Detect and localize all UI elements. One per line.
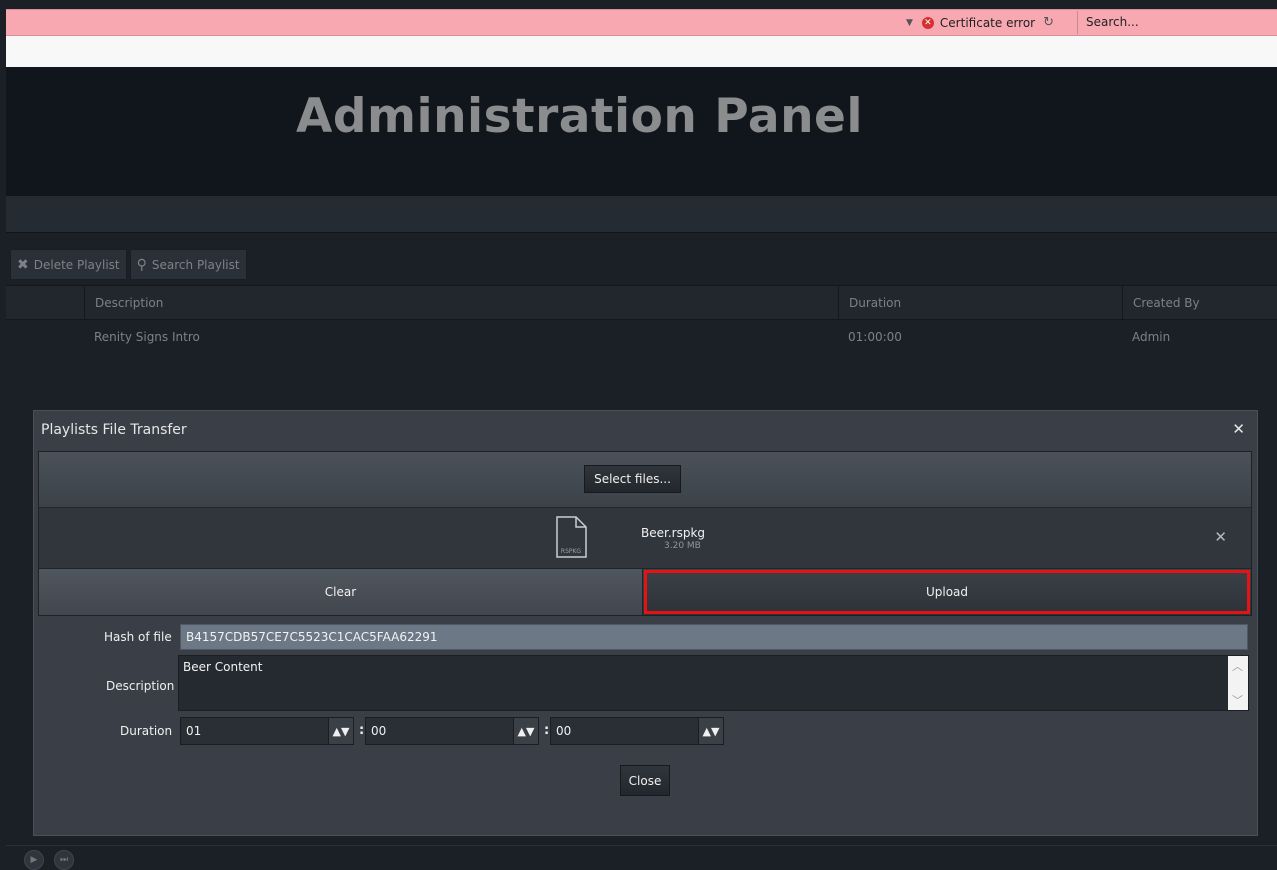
description-text: Beer Content	[183, 660, 263, 674]
duration-hours-value: 01	[186, 724, 202, 738]
duration-minutes-value: 00	[371, 724, 387, 738]
file-icon: RSPKG	[556, 516, 587, 558]
duration-seconds-stepper[interactable]: 00 ▲▼	[550, 717, 724, 745]
stepper-arrows-icon[interactable]: ▲▼	[698, 718, 723, 744]
file-transfer-dialog: Playlists File Transfer ✕ Select files..…	[33, 410, 1258, 836]
hash-field[interactable]: B4157CDB57CE7C5523C1CAC5FAA62291	[180, 624, 1248, 650]
description-label: Description	[106, 679, 175, 693]
row-description: Renity Signs Intro	[94, 329, 200, 344]
playlist-grid-header: Description Duration Created By	[6, 285, 1277, 320]
playlist-toolbar: ✖ Delete Playlist ⚲ Search Playlist	[10, 249, 247, 280]
refresh-icon[interactable]: ↻	[1043, 15, 1054, 30]
description-scrollbar[interactable]: ︿ ﹀	[1228, 656, 1248, 710]
description-textarea[interactable]: Beer Content ︿ ﹀	[178, 655, 1249, 711]
svg-text:RSPKG: RSPKG	[561, 548, 582, 555]
search-playlist-button[interactable]: ⚲ Search Playlist	[129, 249, 247, 280]
row-created-by: Admin	[1132, 329, 1171, 344]
scroll-down-icon[interactable]: ﹀	[1232, 692, 1243, 708]
upload-button[interactable]: Upload	[643, 569, 1251, 615]
dropdown-arrow-icon[interactable]: ▼	[906, 18, 913, 28]
file-list-item: RSPKG Beer.rspkg 3.20 MB ✕	[39, 508, 1251, 569]
footer-bar: ▶ ⏭	[6, 845, 1277, 870]
upload-actions: Clear Upload	[39, 569, 1251, 615]
close-icon[interactable]: ✕	[1232, 420, 1245, 438]
duration-seconds-value: 00	[556, 724, 572, 738]
time-separator: :	[359, 723, 365, 738]
duration-hours-stepper[interactable]: 01 ▲▼	[180, 717, 354, 745]
tab-strip	[6, 36, 1277, 67]
file-size: 3.20 MB	[664, 541, 701, 551]
search-icon: ⚲	[136, 256, 147, 273]
stepper-arrows-icon[interactable]: ▲▼	[513, 718, 538, 744]
play-icon[interactable]: ▶	[24, 850, 44, 870]
skip-icon[interactable]: ⏭	[54, 850, 74, 870]
column-header-description[interactable]: Description	[84, 286, 844, 319]
upload-widget: Select files... RSPKG Beer.rspkg 3.20 MB…	[38, 451, 1252, 616]
time-separator: :	[544, 723, 550, 738]
browser-search-input[interactable]: Search...	[1077, 11, 1277, 34]
file-name: Beer.rspkg	[641, 526, 706, 540]
page-header: Administration Panel	[6, 67, 1277, 196]
select-files-row: Select files...	[39, 452, 1251, 508]
column-header-created-by[interactable]: Created By	[1122, 286, 1277, 319]
nav-bar	[6, 196, 1277, 233]
browser-toolbar: ▼ ✕ Certificate error ↻ Search...	[6, 9, 1277, 36]
certificate-status[interactable]: ▼ ✕ Certificate error ↻	[906, 10, 1054, 35]
duration-minutes-stepper[interactable]: 00 ▲▼	[365, 717, 539, 745]
table-row[interactable]: Renity Signs Intro 01:00:00 Admin	[6, 320, 1277, 353]
search-playlist-label: Search Playlist	[151, 257, 240, 272]
duration-label: Duration	[120, 724, 173, 738]
close-button[interactable]: Close	[620, 765, 670, 796]
hash-label: Hash of file	[104, 630, 172, 644]
delete-icon: ✖	[17, 256, 29, 273]
dialog-title: Playlists File Transfer	[41, 422, 187, 438]
certificate-error-label[interactable]: Certificate error	[940, 16, 1035, 30]
delete-playlist-button[interactable]: ✖ Delete Playlist	[10, 249, 127, 280]
column-header-duration[interactable]: Duration	[838, 286, 1122, 319]
delete-playlist-label: Delete Playlist	[33, 257, 120, 272]
page-title: Administration Panel	[296, 89, 864, 144]
remove-file-icon[interactable]: ✕	[1214, 528, 1227, 546]
row-duration: 01:00:00	[848, 329, 902, 344]
select-files-button[interactable]: Select files...	[584, 465, 681, 493]
clear-button[interactable]: Clear	[39, 569, 643, 615]
error-icon: ✕	[921, 16, 934, 29]
stepper-arrows-icon[interactable]: ▲▼	[328, 718, 353, 744]
scroll-up-icon[interactable]: ︿	[1232, 658, 1243, 674]
dialog-titlebar[interactable]: Playlists File Transfer ✕	[34, 411, 1257, 449]
